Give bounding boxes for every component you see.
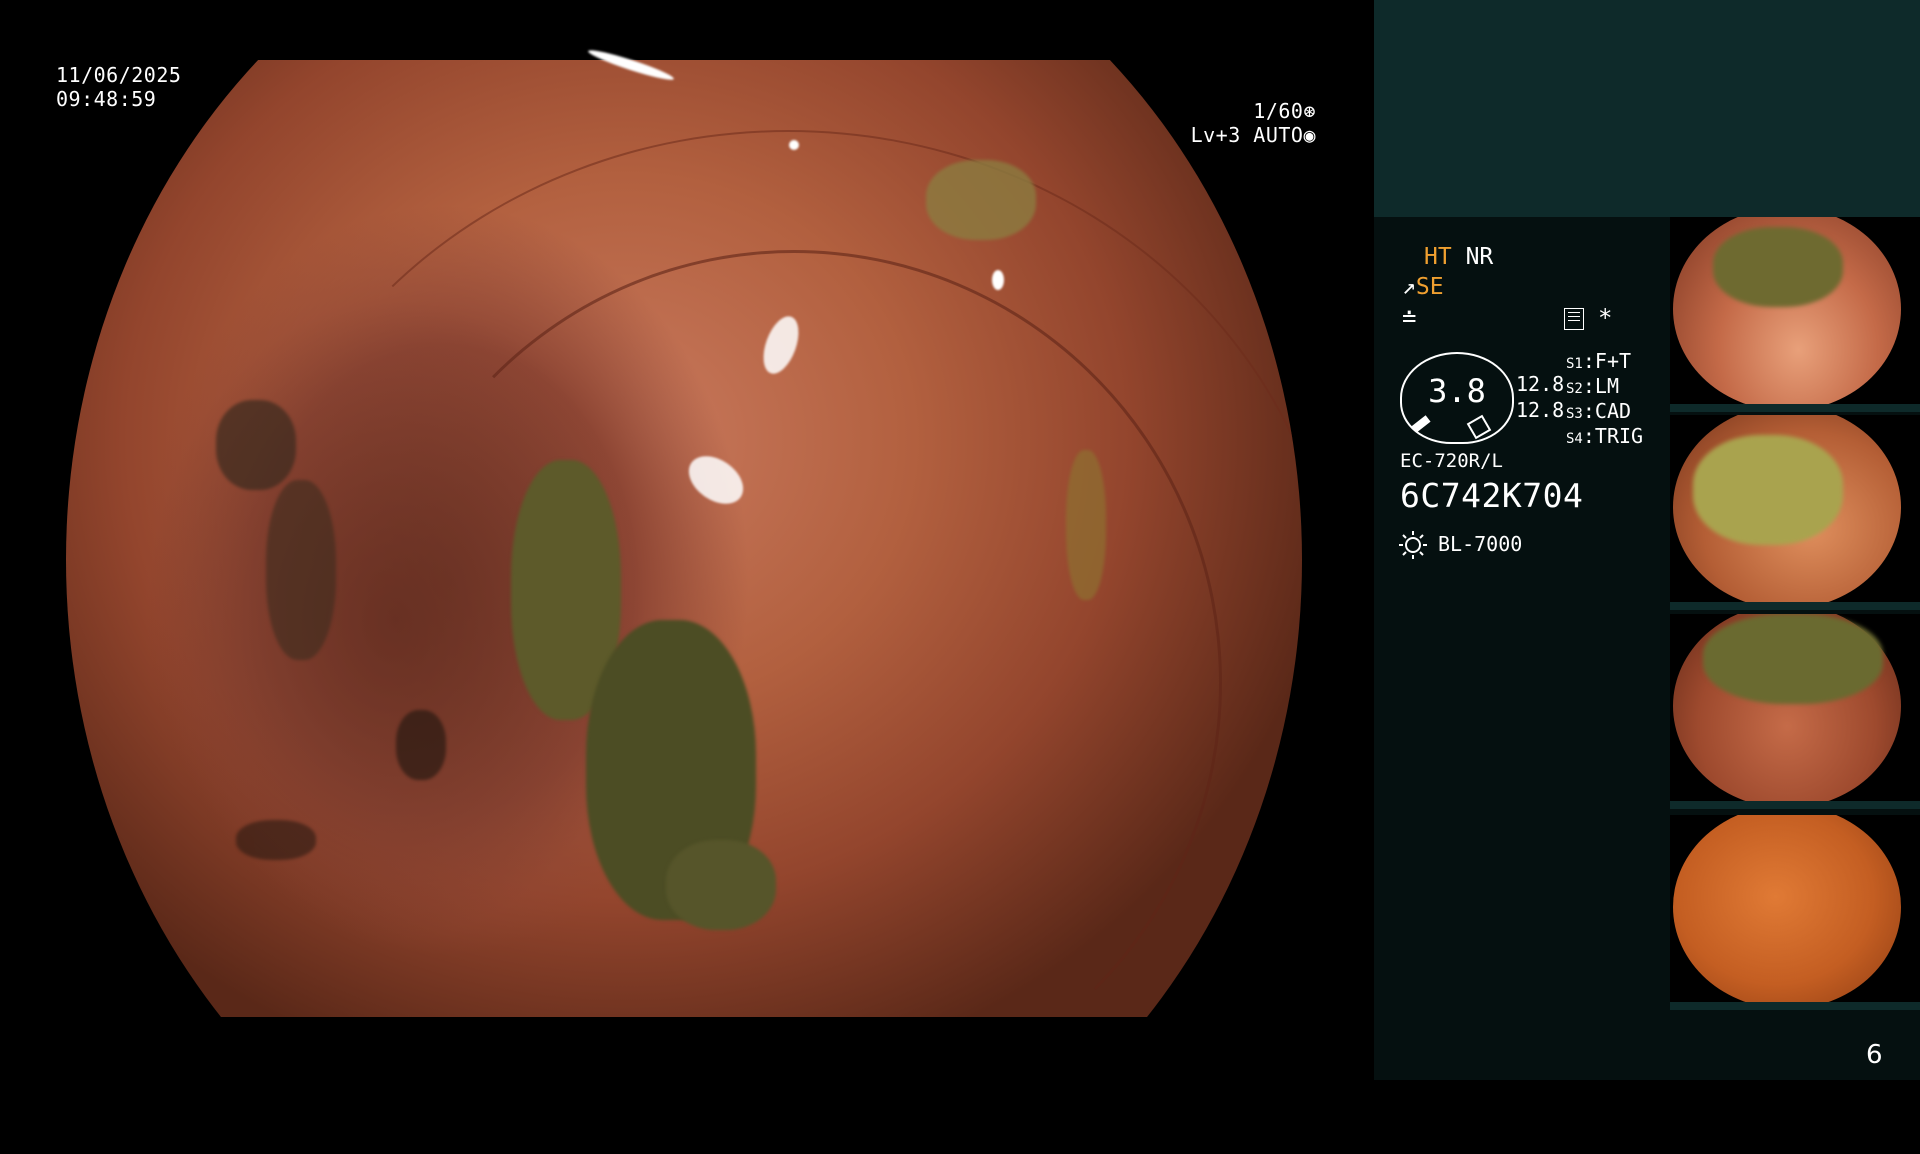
scope-model: EC-720R/L [1400,450,1503,472]
thumbnail-image [1673,415,1901,609]
shutter-text: 1/60 [1253,99,1304,123]
thumbnail-bar [1670,404,1920,412]
switch-s2: S2:LM [1566,374,1619,398]
stool-residue [396,710,446,780]
time-text: 09:48:59 [56,87,157,111]
page-number: 6 [1866,1040,1883,1070]
nr-indicator: NR [1465,244,1494,270]
stool-residue [266,480,336,660]
thumbnail-bar [1670,602,1920,610]
switch-s3: S3:CAD [1566,399,1632,423]
stool-residue [1066,450,1106,600]
stool-residue [1703,614,1883,704]
thumbnail-bar [1670,801,1920,809]
light-reflection [992,270,1004,290]
panel-header-area [1374,0,1920,217]
scope-serial: 6C742K704 [1400,476,1584,515]
switch-s1: S1:F+T [1566,349,1632,373]
thumbnail-image [1673,217,1901,411]
level-text: Lv+3 AUTO [1190,123,1304,147]
ht-indicator: HT [1424,244,1452,270]
datetime-overlay: 11/06/2025 09:48:59 [56,63,181,111]
thumbnail-4[interactable] [1670,815,1920,1010]
stool-residue [926,160,1036,240]
mucosal-fold [366,250,1222,1116]
stool-residue [666,840,776,930]
stool-residue [236,820,316,860]
function-icon: ≐ [1402,304,1417,332]
light-reflection [586,46,676,84]
gauge-value: 3.8 [1428,372,1486,410]
light-reflection [789,140,799,150]
stool-residue [1713,227,1843,307]
stool-residue [216,400,296,490]
date-text: 11/06/2025 [56,63,182,87]
histogram-icon [1564,308,1584,330]
thumbnail-bar [1670,1002,1920,1010]
thumbnail-2[interactable] [1670,415,1920,610]
star-indicator: * [1598,304,1613,332]
thumbnail-3[interactable] [1670,614,1920,809]
endoscope-view [66,46,1302,1116]
thumbnail-image [1673,614,1901,808]
aperture-icon: ⊛ [1303,99,1316,123]
se-row: ↗SE [1402,274,1444,300]
thumbnail-image [1673,815,1901,1009]
structure-enhance-icon: ↗ [1402,274,1416,300]
auto-exposure-icon: ◉ [1303,123,1316,147]
thumbnail-1[interactable] [1670,217,1920,412]
se-indicator: SE [1415,274,1444,300]
ht-nr-row: HT NR [1424,244,1493,270]
value-1: 12.8 [1516,372,1565,396]
switch-s4: S4:TRIG [1566,424,1644,448]
exposure-overlay: 1/60⊛ Lv+3 AUTO◉ [1176,99,1316,147]
light-source-text: BL-7000 [1438,532,1523,556]
value-2: 12.8 [1516,398,1565,422]
light-source-icon [1399,531,1427,559]
stool-residue [1693,435,1843,545]
